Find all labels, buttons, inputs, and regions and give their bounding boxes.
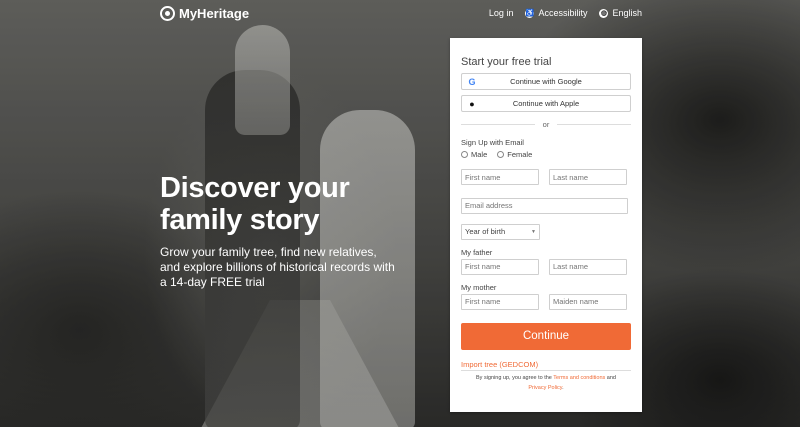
mother-row bbox=[461, 293, 631, 310]
top-nav: Log in ♿ Accessibility ◍ English bbox=[489, 8, 642, 18]
terms-link[interactable]: Terms and conditions bbox=[553, 375, 605, 381]
accessibility-icon: ♿ bbox=[525, 8, 535, 18]
male-label: Male bbox=[471, 150, 488, 159]
mother-label: My mother bbox=[461, 282, 497, 292]
year-of-birth-select[interactable]: Year of birth ▼ bbox=[461, 223, 540, 240]
female-label: Female bbox=[507, 150, 533, 159]
continue-with-apple-button[interactable]: ● Continue with Apple bbox=[461, 95, 631, 112]
terms-prefix: By signing up, you agree to the bbox=[476, 374, 554, 381]
email-row bbox=[461, 195, 631, 214]
terms-suffix: . bbox=[562, 384, 564, 391]
brand-logo[interactable]: MyHeritage bbox=[160, 6, 249, 21]
continue-button[interactable]: Continue bbox=[461, 322, 631, 350]
or-label: or bbox=[542, 120, 550, 129]
privacy-policy-link[interactable]: Privacy Policy bbox=[528, 385, 562, 391]
gender-female-option[interactable]: Female bbox=[497, 150, 532, 159]
hero-title-line2: family story bbox=[160, 204, 320, 236]
divider-line-right bbox=[557, 124, 632, 125]
signup-card: Start your free trial G Continue with Go… bbox=[450, 38, 642, 412]
year-of-birth-value: Year of birth bbox=[465, 226, 506, 236]
language-selector[interactable]: ◍ English bbox=[599, 8, 642, 18]
import-gedcom-link[interactable]: Import tree (GEDCOM) bbox=[461, 360, 631, 371]
chevron-down-icon: ▼ bbox=[531, 228, 536, 235]
google-label: Continue with Google bbox=[510, 77, 582, 86]
continue-with-google-button[interactable]: G Continue with Google bbox=[461, 73, 631, 90]
top-bar: MyHeritage Log in ♿ Accessibility ◍ Engl… bbox=[0, 0, 800, 28]
terms-notice: By signing up, you agree to the Terms an… bbox=[461, 373, 631, 393]
brand-name: MyHeritage bbox=[179, 6, 250, 21]
hero-section: Discover your family story Grow your fam… bbox=[160, 172, 410, 290]
male-radio[interactable] bbox=[461, 151, 468, 158]
mother-maiden-name-input[interactable] bbox=[549, 293, 627, 310]
first-name-input[interactable] bbox=[461, 169, 539, 185]
terms-and: and bbox=[605, 374, 616, 381]
signup-title: Start your free trial bbox=[461, 56, 552, 68]
father-last-name-input[interactable] bbox=[549, 258, 627, 275]
gender-male-option[interactable]: Male bbox=[461, 150, 487, 159]
father-row bbox=[461, 258, 631, 275]
apple-label: Continue with Apple bbox=[512, 99, 580, 108]
google-icon: G bbox=[468, 77, 476, 87]
myheritage-logo-icon bbox=[160, 6, 175, 21]
last-name-input[interactable] bbox=[549, 169, 627, 185]
hero-subtitle-line3: a 14-day FREE trial bbox=[160, 275, 265, 289]
globe-icon: ◍ bbox=[599, 8, 609, 18]
name-row bbox=[461, 169, 631, 185]
female-radio[interactable] bbox=[497, 151, 505, 158]
father-label: My father bbox=[461, 247, 493, 257]
hero-title-line1: Discover your bbox=[160, 172, 350, 204]
accessibility-link[interactable]: ♿ Accessibility bbox=[525, 8, 587, 18]
or-divider: or bbox=[461, 120, 632, 129]
email-input[interactable] bbox=[461, 197, 628, 214]
hero-title: Discover your family story bbox=[160, 172, 410, 236]
hero-subtitle: Grow your family tree, find new relative… bbox=[160, 245, 410, 290]
language-label: English bbox=[612, 8, 642, 18]
divider-line-left bbox=[461, 124, 535, 125]
apple-icon: ● bbox=[469, 99, 475, 109]
father-first-name-input[interactable] bbox=[461, 258, 539, 275]
birth-year-row: Year of birth ▼ bbox=[461, 223, 631, 240]
login-link[interactable]: Log in bbox=[489, 8, 514, 18]
accessibility-label: Accessibility bbox=[538, 8, 588, 18]
hero-subtitle-line2: and explore billions of historical recor… bbox=[160, 260, 395, 274]
login-label: Log in bbox=[488, 8, 514, 18]
mother-first-name-input[interactable] bbox=[461, 293, 539, 310]
gender-selector: Male Female bbox=[461, 150, 631, 159]
hero-subtitle-line1: Grow your family tree, find new relative… bbox=[160, 245, 377, 259]
email-signup-label: Sign Up with Email bbox=[461, 138, 524, 147]
